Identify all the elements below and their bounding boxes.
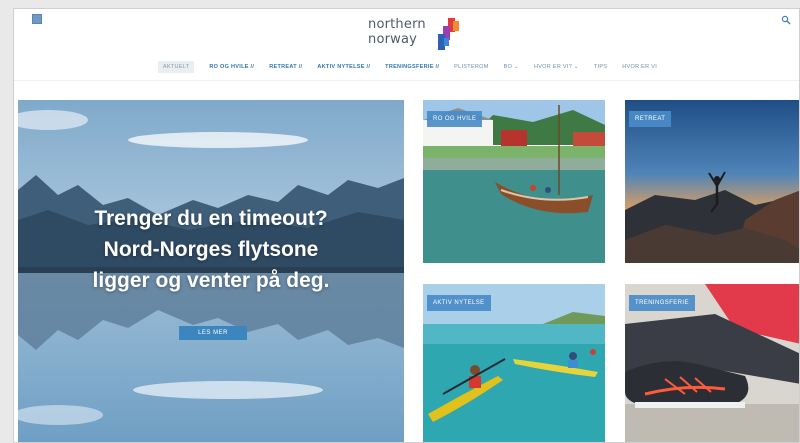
- tile-aktiv-nytelse[interactable]: AKTIV NYTELSE: [423, 284, 605, 442]
- app-square-icon[interactable]: [32, 14, 42, 24]
- nav-divider: [14, 80, 799, 81]
- browser-page: northern norway AKTUELT RO OG HVILE // R…: [13, 8, 800, 443]
- hero-banner[interactable]: Trenger du en timeout? Nord-Norges flyts…: [18, 100, 404, 442]
- main-navigation: AKTUELT RO OG HVILE // RETREAT // AKTIV …: [14, 60, 799, 74]
- nav-item-bo[interactable]: BO ⌄: [504, 64, 519, 70]
- tile-label-retreat: RETREAT: [629, 111, 672, 127]
- hero-title-line-2: Nord-Norges flytsone: [103, 238, 319, 261]
- nav-item-ro-og-hvile[interactable]: RO OG HVILE //: [209, 64, 254, 70]
- nav-item-hvor-er-vi[interactable]: HVOR ER VI: [622, 64, 657, 70]
- nav-item-tips[interactable]: TIPS: [594, 64, 607, 70]
- logo-mark-icon: [438, 18, 459, 50]
- hero-title-line-3: ligger og venter på deg.: [92, 269, 330, 292]
- logo-line-1: northern: [368, 17, 426, 32]
- logo-text: northern norway: [368, 17, 430, 47]
- search-icon[interactable]: [781, 15, 791, 25]
- tile-label-aktiv-nytelse: AKTIV NYTELSE: [427, 295, 491, 311]
- tile-label-ro-og-hvile: RO OG HVILE: [427, 111, 483, 127]
- nav-item-plisterom[interactable]: PLISTEROM: [454, 64, 488, 70]
- tile-retreat[interactable]: RETREAT: [625, 100, 799, 263]
- nav-item-aktiv-nytelse[interactable]: AKTIV NYTELSE //: [317, 64, 370, 70]
- nav-item-aktuelt[interactable]: AKTUELT: [157, 61, 195, 73]
- nav-item-treningsferie[interactable]: TRENINGSFERIE //: [385, 64, 439, 70]
- les-mer-button[interactable]: LES MER: [179, 326, 247, 340]
- hero-title-line-1: Trenger du en timeout?: [94, 207, 328, 230]
- nav-item-retreat[interactable]: RETREAT //: [269, 64, 302, 70]
- tile-ro-og-hvile[interactable]: RO OG HVILE: [423, 100, 605, 263]
- tile-label-treningsferie: TRENINGSFERIE: [629, 295, 695, 311]
- logo-line-2: norway: [368, 32, 418, 47]
- nav-item-hvor-er-vi-dropdown[interactable]: HVOR ER VI? ⌄: [534, 64, 579, 70]
- tile-treningsferie[interactable]: TRENINGSFERIE: [625, 284, 799, 442]
